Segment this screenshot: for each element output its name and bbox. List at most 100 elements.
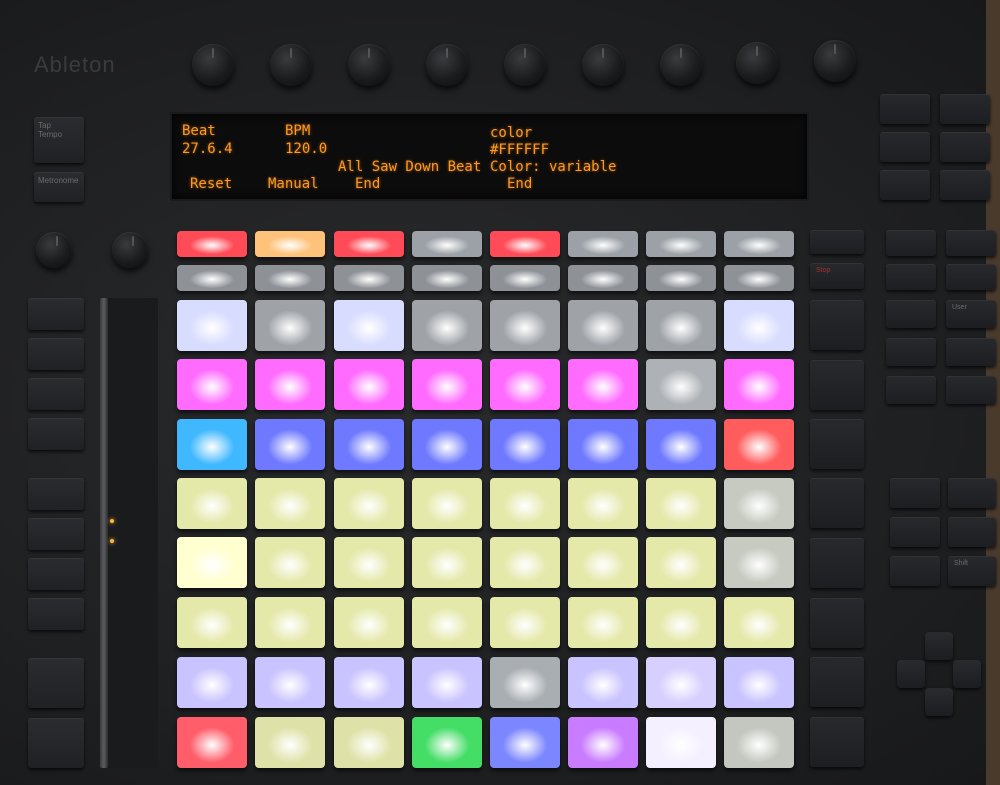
arrow-left-button[interactable] (897, 660, 925, 688)
pad-r5-c3[interactable] (334, 537, 404, 588)
pad-r3-c2[interactable] (255, 419, 325, 470)
pad-r4-c3[interactable] (334, 478, 404, 529)
pad-r6-c1[interactable] (177, 597, 247, 648)
arrow-down-button[interactable] (925, 688, 953, 716)
pad-r2-c4[interactable] (412, 359, 482, 410)
pad-r7-c4[interactable] (412, 657, 482, 708)
track-select-button-7[interactable] (646, 231, 716, 257)
pad-r5-c1[interactable] (177, 537, 247, 588)
pad-r2-c3[interactable] (334, 359, 404, 410)
encoder-knob-3[interactable] (348, 44, 390, 86)
pad-r5-c4[interactable] (412, 537, 482, 588)
scene-launch-button-6[interactable] (810, 598, 864, 648)
pad-r3-c4[interactable] (412, 419, 482, 470)
touch-strip[interactable] (100, 298, 108, 768)
pad-r4-c1[interactable] (177, 478, 247, 529)
right-button-r5c2[interactable] (946, 264, 996, 290)
pad-r2-c2[interactable] (255, 359, 325, 410)
pad-r8-c7[interactable] (646, 717, 716, 768)
track-state-button-1[interactable] (177, 265, 247, 291)
play-button[interactable] (28, 718, 84, 768)
arrow-up-button[interactable] (925, 632, 953, 660)
pad-r5-c2[interactable] (255, 537, 325, 588)
pad-r7-c3[interactable] (334, 657, 404, 708)
pad-r8-c4[interactable] (412, 717, 482, 768)
pad-r7-c2[interactable] (255, 657, 325, 708)
track-select-button-4[interactable] (412, 231, 482, 257)
track-state-button-3[interactable] (334, 265, 404, 291)
user-button[interactable]: User (946, 300, 996, 328)
pad-r4-c8[interactable] (724, 478, 794, 529)
stop-button[interactable]: Stop (810, 263, 864, 289)
pad-r4-c6[interactable] (568, 478, 638, 529)
pad-r4-c7[interactable] (646, 478, 716, 529)
pad-r4-c4[interactable] (412, 478, 482, 529)
pad-r5-c5[interactable] (490, 537, 560, 588)
pad-r6-c2[interactable] (255, 597, 325, 648)
scene-launch-button-5[interactable] (810, 538, 864, 588)
pad-r8-c5[interactable] (490, 717, 560, 768)
scene-launch-button-1[interactable] (810, 300, 864, 350)
track-state-button-7[interactable] (646, 265, 716, 291)
pad-r1-c7[interactable] (646, 300, 716, 351)
pad-r1-c3[interactable] (334, 300, 404, 351)
track-select-button-3[interactable] (334, 231, 404, 257)
track-select-button-6[interactable] (568, 231, 638, 257)
pad-r1-c4[interactable] (412, 300, 482, 351)
pad-r5-c6[interactable] (568, 537, 638, 588)
right-button-r4c2[interactable] (946, 230, 996, 256)
left-button-4[interactable] (28, 418, 84, 450)
pad-r3-c6[interactable] (568, 419, 638, 470)
pad-r7-c6[interactable] (568, 657, 638, 708)
track-state-button-4[interactable] (412, 265, 482, 291)
pad-r3-c1[interactable] (177, 419, 247, 470)
tempo-knob[interactable] (36, 232, 72, 268)
right-button-r3c1[interactable] (880, 170, 930, 200)
encoder-knob-1[interactable] (192, 44, 234, 86)
right-button-r9c2[interactable] (948, 478, 996, 508)
right-button-r11c1[interactable] (890, 556, 940, 586)
pad-r8-c1[interactable] (177, 717, 247, 768)
arrow-right-button[interactable] (953, 660, 981, 688)
record-button[interactable] (28, 658, 84, 708)
pad-r7-c5[interactable] (490, 657, 560, 708)
pad-r8-c2[interactable] (255, 717, 325, 768)
right-button-r4c1[interactable] (886, 230, 936, 256)
right-button-r5c1[interactable] (886, 264, 936, 290)
encoder-knob-6[interactable] (582, 44, 624, 86)
pad-r2-c6[interactable] (568, 359, 638, 410)
pad-r3-c8[interactable] (724, 419, 794, 470)
scene-launch-button-8[interactable] (810, 717, 864, 767)
track-state-button-8[interactable] (724, 265, 794, 291)
pad-r6-c8[interactable] (724, 597, 794, 648)
pad-r6-c6[interactable] (568, 597, 638, 648)
encoder-knob-8[interactable] (736, 42, 778, 84)
track-select-button-2[interactable] (255, 231, 325, 257)
pad-r3-c3[interactable] (334, 419, 404, 470)
pad-r5-c8[interactable] (724, 537, 794, 588)
shift-button[interactable]: Shift (948, 556, 996, 586)
right-button-r7c2[interactable] (946, 338, 996, 366)
pad-r2-c5[interactable] (490, 359, 560, 410)
right-button-r1c1[interactable] (880, 94, 930, 124)
pad-r2-c7[interactable] (646, 359, 716, 410)
encoder-knob-4[interactable] (426, 44, 468, 86)
pad-r7-c8[interactable] (724, 657, 794, 708)
track-state-button-2[interactable] (255, 265, 325, 291)
pad-r1-c1[interactable] (177, 300, 247, 351)
right-button-r7c1[interactable] (886, 338, 936, 366)
pad-r6-c5[interactable] (490, 597, 560, 648)
left-button-6[interactable] (28, 518, 84, 550)
pad-r8-c8[interactable] (724, 717, 794, 768)
encoder-knob-7[interactable] (660, 44, 702, 86)
pad-r7-c7[interactable] (646, 657, 716, 708)
pad-r1-c8[interactable] (724, 300, 794, 351)
swing-knob[interactable] (112, 232, 148, 268)
pad-r6-c7[interactable] (646, 597, 716, 648)
left-button-1[interactable] (28, 298, 84, 330)
scene-launch-button-2[interactable] (810, 360, 864, 410)
right-button-r3c2[interactable] (940, 170, 990, 200)
left-button-3[interactable] (28, 378, 84, 410)
right-button-r2c2[interactable] (940, 132, 990, 162)
track-state-button-6[interactable] (568, 265, 638, 291)
